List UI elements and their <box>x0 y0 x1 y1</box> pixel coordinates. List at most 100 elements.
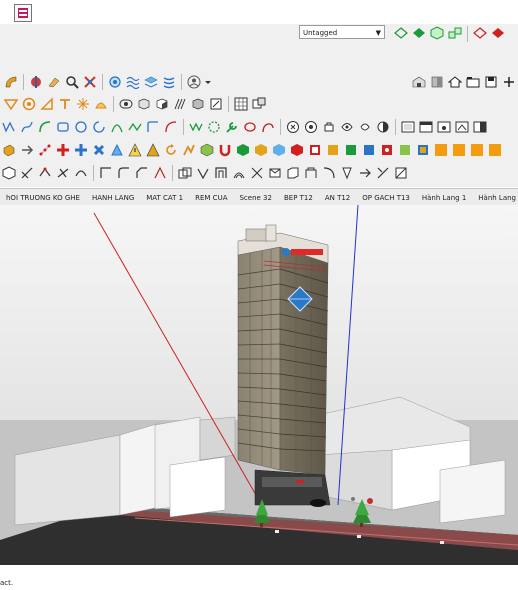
view-left-icon[interactable] <box>209 97 223 111</box>
subtract-icon[interactable] <box>322 166 336 180</box>
sweep-icon[interactable] <box>473 120 487 134</box>
rectangle-icon[interactable] <box>56 120 70 134</box>
cube-icon[interactable] <box>290 143 304 157</box>
eraser-icon[interactable] <box>47 75 61 89</box>
cube-icon[interactable] <box>272 143 286 157</box>
home-icon[interactable] <box>448 75 462 89</box>
scene-tab[interactable]: hOI TRUONG KO GHE <box>0 194 86 202</box>
scene-tab[interactable]: Hành Lang 2 <box>472 194 518 202</box>
spline-icon[interactable] <box>164 120 178 134</box>
split-icon[interactable] <box>376 120 390 134</box>
bevel-icon[interactable] <box>268 166 282 180</box>
fillet-icon[interactable] <box>401 120 415 134</box>
chevron-down-icon[interactable]: ▼ <box>376 26 381 40</box>
cube-icon[interactable] <box>326 143 340 157</box>
intersect-icon[interactable] <box>286 166 300 180</box>
loft-icon[interactable] <box>178 166 192 180</box>
folder-icon[interactable] <box>466 75 480 89</box>
orange-square-icon[interactable] <box>434 143 448 157</box>
components-icon[interactable] <box>162 75 176 89</box>
sweep-icon[interactable] <box>196 166 210 180</box>
refresh-icon[interactable] <box>164 143 178 157</box>
view-back-icon[interactable] <box>191 97 205 111</box>
orange-square-icon[interactable] <box>488 143 502 157</box>
scene-tab[interactable]: Scene 32 <box>233 194 277 202</box>
rotate-icon[interactable] <box>74 143 88 157</box>
curve-icon[interactable] <box>261 120 275 134</box>
intersect-icon[interactable] <box>304 120 318 134</box>
cube-icon[interactable] <box>200 143 214 157</box>
scene-icon[interactable] <box>252 97 266 111</box>
solid-icon[interactable] <box>243 120 257 134</box>
tag-solid-diamond-icon[interactable] <box>412 26 426 40</box>
trim-icon[interactable] <box>340 166 354 180</box>
scene-tab[interactable]: MAT CAT 1 <box>140 194 189 202</box>
union-icon[interactable] <box>322 120 336 134</box>
styles-icon[interactable] <box>14 4 32 22</box>
split-icon[interactable] <box>99 166 113 180</box>
warning-icon[interactable] <box>146 143 160 157</box>
axes-icon[interactable] <box>76 97 90 111</box>
scene-tab[interactable]: HANH LANG <box>86 194 140 202</box>
view-top-icon[interactable] <box>137 97 151 111</box>
subtract-icon[interactable] <box>56 166 70 180</box>
cube-icon[interactable] <box>236 143 250 157</box>
follow-me-icon[interactable] <box>2 166 16 180</box>
scene-tab[interactable]: BEP T12 <box>278 194 319 202</box>
extension-icon[interactable] <box>430 75 444 89</box>
wrench-icon[interactable] <box>225 120 239 134</box>
shape-icon[interactable] <box>4 75 18 89</box>
scene-tab[interactable]: Hành Lang 1 <box>416 194 472 202</box>
loft-icon[interactable] <box>232 166 246 180</box>
skin-icon[interactable] <box>437 120 451 134</box>
freehand-icon[interactable] <box>20 120 34 134</box>
circle-icon[interactable] <box>74 120 88 134</box>
loft-icon[interactable] <box>455 120 469 134</box>
intersect-icon[interactable] <box>20 166 34 180</box>
loop-icon[interactable] <box>189 120 203 134</box>
zoom-icon[interactable] <box>65 75 79 89</box>
view-iso-icon[interactable] <box>119 97 133 111</box>
bevel-icon[interactable] <box>214 166 228 180</box>
trim-icon[interactable] <box>358 120 372 134</box>
line-icon[interactable] <box>2 120 16 134</box>
protractor-icon[interactable] <box>22 97 36 111</box>
tag-boxes-icon[interactable] <box>448 26 462 40</box>
dimension-icon[interactable] <box>40 97 54 111</box>
fillet-icon[interactable] <box>376 166 390 180</box>
warehouse-icon[interactable] <box>412 75 426 89</box>
model-viewport[interactable] <box>0 205 518 565</box>
warning-icon[interactable] <box>128 143 142 157</box>
cube-icon[interactable] <box>416 143 430 157</box>
bezier-icon[interactable] <box>110 120 124 134</box>
tag-select[interactable]: Untagged ▼ <box>299 25 385 39</box>
position-icon[interactable] <box>83 75 97 89</box>
magnet-icon[interactable] <box>218 143 232 157</box>
orange-square-icon[interactable] <box>470 143 484 157</box>
flip-icon[interactable] <box>110 143 124 157</box>
scene-tab[interactable]: OP GACH T13 <box>356 194 416 202</box>
cube-icon[interactable] <box>398 143 412 157</box>
user-icon[interactable] <box>187 75 201 89</box>
view-right-icon[interactable] <box>173 97 187 111</box>
scene-tab[interactable]: AN T12 <box>319 194 356 202</box>
orange-square-icon[interactable] <box>452 143 466 157</box>
open-icon[interactable] <box>502 75 516 89</box>
union-icon[interactable] <box>304 166 318 180</box>
ring-icon[interactable] <box>207 120 221 134</box>
3d-text-icon[interactable] <box>94 97 108 111</box>
follow-me-icon[interactable] <box>286 120 300 134</box>
cross-icon[interactable] <box>56 143 70 157</box>
tag-diamond-icon[interactable] <box>394 26 408 40</box>
grid-icon[interactable] <box>234 97 248 111</box>
paint-icon[interactable] <box>29 75 43 89</box>
tag-red-diamond-icon[interactable] <box>473 26 487 40</box>
chamfer-icon[interactable] <box>135 166 149 180</box>
skin-icon[interactable] <box>153 166 167 180</box>
tag-red-solid-icon[interactable] <box>491 26 505 40</box>
curve-icon[interactable] <box>128 120 142 134</box>
arc-icon[interactable] <box>38 120 52 134</box>
scene-tab[interactable]: REM CUA <box>189 194 233 202</box>
subtract-icon[interactable] <box>340 120 354 134</box>
sweep-icon[interactable] <box>250 166 264 180</box>
